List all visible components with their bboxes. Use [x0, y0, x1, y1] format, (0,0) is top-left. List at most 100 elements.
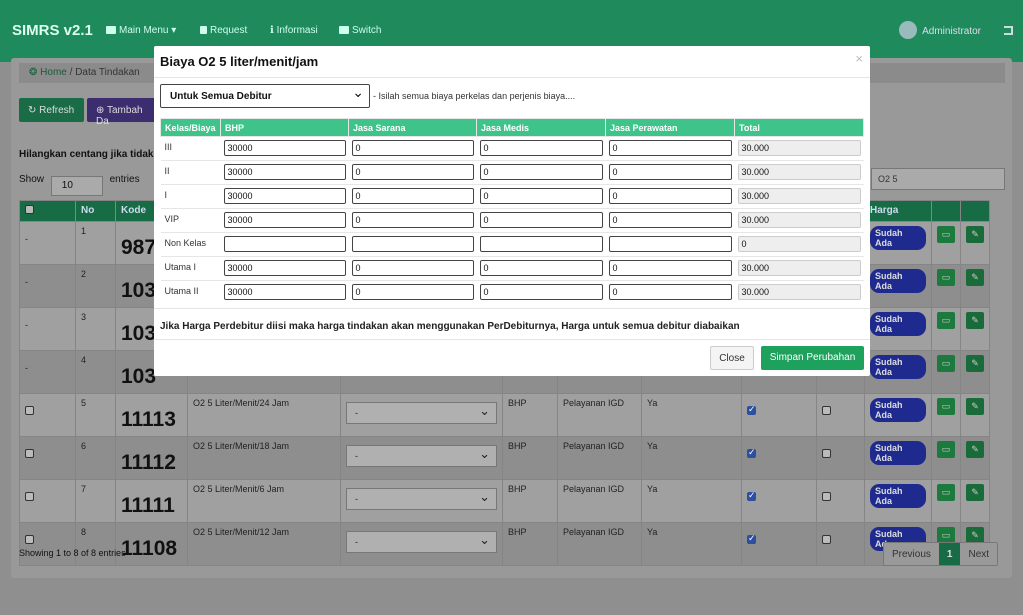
- close-icon[interactable]: ×: [855, 51, 863, 66]
- jasa-perawatan-input[interactable]: 0: [608, 212, 732, 228]
- nav-informasi[interactable]: ℹ Informasi: [270, 25, 318, 36]
- row-check2[interactable]: [822, 492, 831, 501]
- bhp-input[interactable]: 30000: [223, 260, 346, 276]
- row-check1[interactable]: [747, 447, 756, 458]
- row-check1[interactable]: [747, 533, 756, 544]
- breadcrumb-home[interactable]: ❂ Home: [29, 67, 67, 78]
- jasa-perawatan-input[interactable]: 0: [608, 284, 732, 300]
- jasa-medis-input[interactable]: 0: [479, 212, 603, 228]
- cell-total: 30.000: [734, 184, 864, 209]
- row-checkbox[interactable]: [25, 406, 34, 415]
- bhp-input[interactable]: [223, 236, 346, 252]
- cell-perawatan: 0: [605, 280, 735, 305]
- status-badge[interactable]: Sudah Ada: [870, 269, 926, 293]
- status-badge[interactable]: Sudah Ada: [870, 355, 926, 379]
- jasa-medis-input[interactable]: 0: [479, 260, 603, 276]
- refresh-button[interactable]: ↻ Refresh: [19, 98, 84, 122]
- select-all-checkbox[interactable]: [25, 205, 34, 214]
- add-button[interactable]: ⊕ Tambah Da: [87, 98, 157, 127]
- edit-icon[interactable]: ✎: [966, 226, 984, 243]
- row-check2[interactable]: [822, 449, 831, 458]
- logout-icon[interactable]: [1004, 26, 1013, 35]
- status-badge[interactable]: Sudah Ada: [870, 312, 926, 336]
- jasa-medis-input[interactable]: 0: [479, 188, 603, 204]
- nav-request[interactable]: Request: [200, 25, 247, 36]
- folder-open-icon[interactable]: ▭: [937, 441, 955, 458]
- jasa-medis-input[interactable]: 0: [479, 284, 603, 300]
- folder-open-icon[interactable]: ▭: [937, 484, 955, 501]
- jasa-sarana-input[interactable]: 0: [351, 164, 474, 180]
- cell-select: [19, 479, 76, 523]
- row-select[interactable]: -: [346, 445, 497, 467]
- row-select[interactable]: -: [346, 402, 497, 424]
- col-harga[interactable]: Harga: [864, 200, 932, 222]
- row-check1[interactable]: [747, 490, 756, 501]
- edit-icon[interactable]: ✎: [966, 355, 984, 372]
- debitur-select[interactable]: Untuk Semua Debitur: [160, 84, 370, 108]
- cell-sarana: 0: [348, 280, 477, 305]
- folder-open-icon[interactable]: ▭: [937, 312, 955, 329]
- edit-icon[interactable]: ✎: [966, 312, 984, 329]
- jasa-sarana-input[interactable]: 0: [351, 212, 474, 228]
- jasa-sarana-input[interactable]: 0: [351, 260, 474, 276]
- jasa-perawatan-input[interactable]: 0: [608, 188, 732, 204]
- bhp-input[interactable]: 30000: [223, 164, 346, 180]
- jasa-medis-input[interactable]: 0: [479, 164, 603, 180]
- page-size-select[interactable]: 10: [50, 176, 103, 196]
- row-select[interactable]: -: [346, 488, 497, 510]
- cell-perawatan: 0: [605, 136, 735, 161]
- edit-icon[interactable]: ✎: [966, 269, 984, 286]
- row-checkbox[interactable]: [25, 492, 34, 501]
- status-badge[interactable]: Sudah Ada: [870, 441, 926, 465]
- jasa-medis-input[interactable]: 0: [479, 140, 603, 156]
- next-button[interactable]: Next: [960, 543, 998, 565]
- row-check2[interactable]: [822, 535, 831, 544]
- jasa-perawatan-input[interactable]: 0: [608, 164, 732, 180]
- cell-unit: Pelayanan IGD: [557, 479, 642, 523]
- jasa-perawatan-input[interactable]: [608, 236, 732, 252]
- row-check1[interactable]: [747, 404, 756, 415]
- status-badge[interactable]: Sudah Ada: [870, 226, 926, 250]
- nav-switch[interactable]: Switch: [339, 25, 381, 36]
- edit-icon[interactable]: ✎: [966, 398, 984, 415]
- folder-open-icon[interactable]: ▭: [937, 355, 955, 372]
- brand-title[interactable]: SIMRS v2.1: [12, 22, 93, 39]
- user-name[interactable]: Administrator: [922, 26, 981, 37]
- rate-row: Non Kelas 0: [160, 232, 864, 257]
- edit-icon[interactable]: ✎: [966, 441, 984, 458]
- jasa-perawatan-input[interactable]: 0: [608, 260, 732, 276]
- row-checkbox[interactable]: [25, 449, 34, 458]
- cell-nama: O2 5 Liter/Menit/18 Jam: [187, 436, 341, 480]
- edit-icon[interactable]: ✎: [966, 484, 984, 501]
- page-1-button[interactable]: 1: [938, 543, 961, 565]
- prev-button[interactable]: Previous: [884, 543, 939, 565]
- cell-harga: Sudah Ada: [864, 350, 932, 394]
- folder-open-icon[interactable]: ▭: [937, 226, 955, 243]
- jasa-sarana-input[interactable]: 0: [351, 188, 474, 204]
- row-checkbox[interactable]: [25, 535, 34, 544]
- jasa-sarana-input[interactable]: 0: [351, 284, 474, 300]
- row-select[interactable]: -: [346, 531, 497, 553]
- folder-open-icon[interactable]: ▭: [937, 269, 955, 286]
- bhp-input[interactable]: 30000: [223, 212, 346, 228]
- row-check2[interactable]: [822, 406, 831, 415]
- folder-open-icon[interactable]: ▭: [937, 398, 955, 415]
- jasa-sarana-input[interactable]: 0: [351, 140, 474, 156]
- bhp-input[interactable]: 30000: [223, 188, 346, 204]
- col-no[interactable]: No: [75, 200, 116, 222]
- status-badge[interactable]: Sudah Ada: [870, 484, 926, 508]
- search-input[interactable]: O2 5: [871, 168, 1005, 190]
- nav-main-menu[interactable]: Main Menu ▾: [106, 25, 176, 36]
- cell-check2: [816, 479, 865, 523]
- jasa-perawatan-input[interactable]: 0: [608, 140, 732, 156]
- bhp-input[interactable]: 30000: [223, 140, 346, 156]
- status-badge[interactable]: Sudah Ada: [870, 398, 926, 422]
- jasa-sarana-input[interactable]: [351, 236, 474, 252]
- save-button[interactable]: Simpan Perubahan: [761, 346, 864, 370]
- select-all-header[interactable]: [19, 200, 76, 222]
- jasa-medis-input[interactable]: [479, 236, 603, 252]
- cell-sarana: 0: [348, 136, 477, 161]
- close-button[interactable]: Close: [710, 346, 754, 370]
- bhp-input[interactable]: 30000: [223, 284, 346, 300]
- rate-row: Utama I 30000 0 0 0 30.000: [160, 256, 864, 281]
